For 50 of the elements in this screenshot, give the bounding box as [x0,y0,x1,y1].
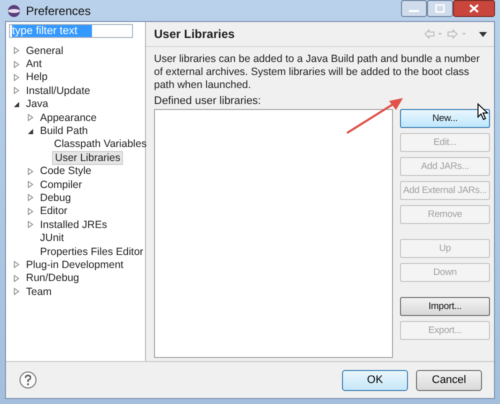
tree-item[interactable]: Help [24,71,50,84]
expand-arrow-icon[interactable] [13,288,20,296]
list-label: Defined user libraries: [154,95,262,107]
tree-item[interactable]: Run/Debug [24,272,82,284]
tree-item[interactable]: Editor [38,205,70,218]
expand-arrow-icon[interactable] [27,114,34,122]
cancel-button[interactable]: Cancel [416,370,482,390]
tree-item[interactable]: User Libraries [52,150,124,165]
tree-item[interactable]: Java [24,98,50,110]
help-icon[interactable] [19,371,37,389]
tree-item[interactable]: General [24,44,66,57]
app-icon [7,4,21,18]
side-button[interactable]: Import... [400,297,490,316]
tree-item[interactable]: Ant [24,58,44,70]
cursor-icon [477,103,489,121]
tree-item[interactable]: Debug [38,192,73,204]
tree-item[interactable]: Install/Update [24,84,92,97]
expand-arrow-icon[interactable] [13,60,20,68]
navigation-arrows-icon[interactable] [424,29,488,39]
tree-item[interactable]: Compiler [38,178,84,191]
tree-item[interactable]: Build Path [38,125,90,138]
expand-arrow-icon[interactable] [13,74,20,81]
expand-arrow-icon[interactable] [27,221,34,228]
tree-item[interactable]: JUnit [38,232,66,244]
tree-item[interactable]: Team [24,286,54,298]
expand-arrow-icon[interactable] [27,181,34,188]
expand-arrow-icon[interactable] [27,194,34,202]
tree-item[interactable]: Plug-in Development [24,258,126,271]
window-title: Preferences [26,4,91,18]
expand-arrow-icon[interactable] [27,168,34,175]
expand-arrow-icon[interactable] [13,274,20,282]
tree-item[interactable]: Properties Files Editor [38,246,146,258]
expand-arrow-icon[interactable] [27,208,34,215]
expand-arrow-icon[interactable] [13,261,20,268]
ok-button[interactable]: OK [342,370,408,390]
collapse-arrow-icon[interactable] [13,100,20,108]
description: User libraries can be added to a Java Build path and bundle a number of external archives. System libraries will be added to the boot class path when launched. [154,53,481,92]
page-title: User Libraries [154,27,235,41]
tree-item[interactable]: Classpath Variables [52,138,149,150]
side-button[interactable]: New... [400,109,490,128]
expand-arrow-icon[interactable] [13,87,20,94]
expand-arrow-icon[interactable] [13,47,20,54]
tree-item[interactable]: Appearance [38,112,99,124]
tree-item[interactable]: Code Style [38,165,94,178]
close-button[interactable] [453,0,495,17]
maximize-button[interactable] [427,0,453,17]
minimize-button[interactable] [401,0,427,17]
annotation-arrow [345,95,405,135]
collapse-arrow-icon[interactable] [27,128,34,135]
tree-item[interactable]: Installed JREs [38,218,110,231]
